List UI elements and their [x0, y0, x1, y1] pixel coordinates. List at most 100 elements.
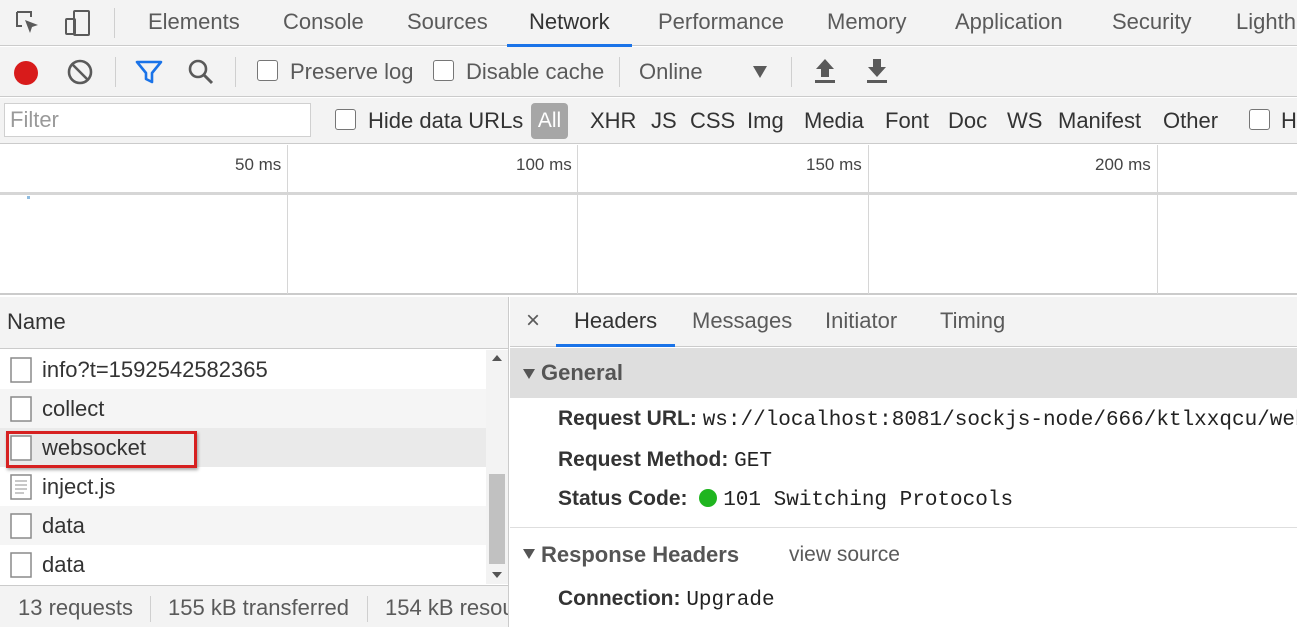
- status-indicator-icon: [699, 489, 718, 507]
- throttle-select-value[interactable]: Online: [639, 47, 703, 97]
- has-blocked-cookies-label[interactable]: H: [1281, 98, 1297, 144]
- request-url-value: ws://localhost:8081/sockjs-node/666/ktlx…: [702, 409, 1297, 432]
- document-icon: [10, 513, 32, 539]
- network-summary-bar: 13 requests 155 kB transferred 154 kB re…: [0, 585, 508, 627]
- type-filter-css[interactable]: CSS: [690, 98, 735, 144]
- tab-elements[interactable]: Elements: [148, 0, 240, 46]
- hide-data-urls-label[interactable]: Hide data URLs: [368, 98, 523, 144]
- type-filter-manifest[interactable]: Manifest: [1058, 98, 1141, 144]
- status-divider: [150, 596, 151, 622]
- timeline-tick-label: 200 ms: [1095, 155, 1151, 174]
- filter-icon[interactable]: [135, 59, 163, 85]
- toolbar-divider: [619, 57, 620, 87]
- toolbar-divider: [115, 57, 116, 87]
- request-row[interactable]: data: [0, 545, 486, 584]
- export-har-icon[interactable]: [865, 57, 889, 85]
- request-name: data: [42, 552, 85, 577]
- has-blocked-cookies-checkbox[interactable]: [1249, 109, 1270, 130]
- disable-cache-label[interactable]: Disable cache: [466, 47, 604, 97]
- scroll-thumb[interactable]: [489, 474, 505, 564]
- tab-application[interactable]: Application: [955, 0, 1063, 46]
- hide-data-urls-checkbox[interactable]: [335, 109, 356, 130]
- timeline-tick-label: 150 ms: [806, 155, 862, 174]
- general-section-header[interactable]: General: [510, 348, 1297, 398]
- request-name: collect: [42, 396, 105, 421]
- type-filter-js[interactable]: JS: [651, 98, 677, 144]
- request-row[interactable]: collect: [0, 389, 486, 428]
- search-icon[interactable]: [187, 58, 215, 86]
- request-list-pane: Name info?t=1592542582365 collect websoc…: [0, 297, 509, 627]
- tab-messages[interactable]: Messages: [692, 297, 792, 345]
- detail-tab-bar: × Headers Messages Initiator Timing: [510, 297, 1297, 347]
- type-filter-img[interactable]: Img: [747, 98, 784, 144]
- tab-memory[interactable]: Memory: [827, 0, 906, 46]
- type-filter-media[interactable]: Media: [804, 98, 864, 144]
- request-name: data: [42, 513, 85, 538]
- scroll-down-icon[interactable]: [491, 571, 503, 579]
- preserve-log-checkbox[interactable]: [257, 60, 278, 81]
- device-toolbar-icon[interactable]: [63, 8, 93, 38]
- tab-initiator[interactable]: Initiator: [825, 297, 897, 345]
- request-method-value: GET: [734, 450, 772, 473]
- scroll-up-icon[interactable]: [491, 354, 503, 362]
- toolbar-divider: [791, 57, 792, 87]
- tab-headers[interactable]: Headers: [555, 297, 676, 347]
- tab-security[interactable]: Security: [1112, 0, 1191, 46]
- connection-label: Connection:: [558, 587, 681, 610]
- clear-icon[interactable]: [66, 58, 94, 86]
- resources-size: 154 kB resou: [385, 595, 508, 620]
- network-toolbar: Preserve log Disable cache Online: [0, 47, 1297, 97]
- request-name: inject.js: [42, 474, 116, 499]
- request-method-label: Request Method:: [558, 448, 729, 471]
- tab-network[interactable]: Network: [507, 0, 632, 47]
- type-filter-all[interactable]: All: [531, 103, 568, 139]
- document-icon: [10, 357, 32, 383]
- record-icon[interactable]: [12, 59, 40, 87]
- request-detail-pane: × Headers Messages Initiator Timing Gene…: [510, 297, 1297, 627]
- request-url-line: Request URL: ws://localhost:8081/sockjs-…: [558, 407, 1297, 432]
- request-row[interactable]: data: [0, 506, 486, 545]
- request-method-line: Request Method: GET: [558, 448, 772, 473]
- tab-performance[interactable]: Performance: [658, 0, 784, 46]
- timeline-request-bar: [27, 196, 30, 199]
- toolbar-divider: [235, 57, 236, 87]
- request-url-label: Request URL:: [558, 407, 697, 430]
- expand-triangle-icon[interactable]: [522, 548, 536, 560]
- timeline-tick-label: 100 ms: [516, 155, 572, 174]
- request-row[interactable]: inject.js: [0, 467, 486, 506]
- script-icon: [10, 474, 32, 500]
- timeline-gridline: [577, 145, 578, 294]
- annotation-highlight-box: [6, 431, 197, 468]
- filter-input[interactable]: [4, 103, 311, 137]
- chevron-down-icon[interactable]: [752, 65, 768, 79]
- tab-lighthouse[interactable]: Lighth: [1236, 0, 1296, 46]
- import-har-icon[interactable]: [813, 57, 837, 85]
- type-filter-font[interactable]: Font: [885, 98, 929, 144]
- response-headers-title[interactable]: Response Headers: [541, 530, 739, 580]
- type-filter-other[interactable]: Other: [1163, 98, 1218, 144]
- timeline-gridline: [1157, 145, 1158, 294]
- type-filter-xhr[interactable]: XHR: [590, 98, 636, 144]
- type-filter-ws[interactable]: WS: [1007, 98, 1042, 144]
- name-column-header[interactable]: Name: [0, 297, 508, 349]
- document-icon: [10, 552, 32, 578]
- close-icon[interactable]: ×: [526, 297, 540, 345]
- request-count: 13 requests: [18, 595, 133, 620]
- request-row[interactable]: info?t=1592542582365: [0, 350, 486, 389]
- status-code-value: 101 Switching Protocols: [723, 489, 1014, 512]
- connection-value: Upgrade: [686, 589, 775, 612]
- timeline-gridline: [868, 145, 869, 294]
- tab-timing[interactable]: Timing: [940, 297, 1005, 345]
- timeline-overview[interactable]: 50 ms 100 ms 150 ms 200 ms: [0, 145, 1297, 295]
- request-name: info?t=1592542582365: [42, 357, 268, 382]
- type-filter-doc[interactable]: Doc: [948, 98, 987, 144]
- status-code-line: Status Code: 101 Switching Protocols: [558, 487, 1013, 512]
- tab-console[interactable]: Console: [283, 0, 364, 46]
- request-list-scrollbar[interactable]: [486, 350, 508, 584]
- view-source-link[interactable]: view source: [789, 530, 900, 580]
- disable-cache-checkbox[interactable]: [433, 60, 454, 81]
- tab-sources[interactable]: Sources: [407, 0, 488, 46]
- status-divider: [367, 596, 368, 622]
- preserve-log-label[interactable]: Preserve log: [290, 47, 414, 97]
- inspect-element-icon[interactable]: [14, 9, 42, 37]
